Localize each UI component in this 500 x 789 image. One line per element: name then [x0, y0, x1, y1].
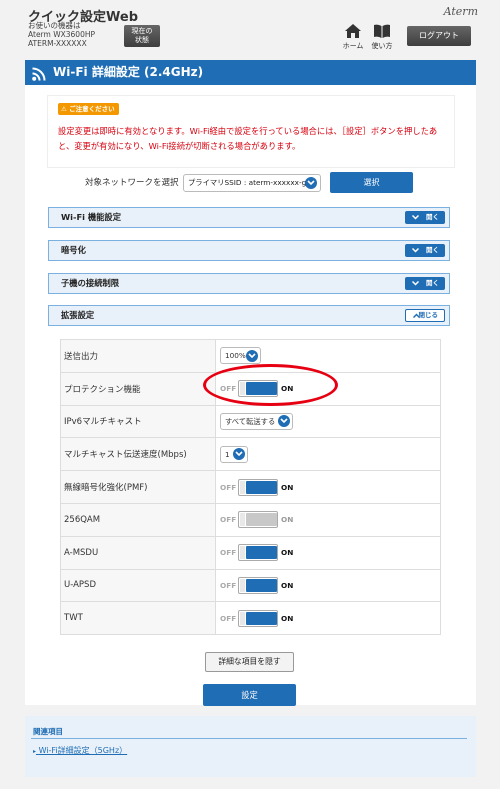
warning-icon: ⚠ [61, 105, 67, 113]
device-model: Aterm WX3600HP [28, 30, 95, 39]
apply-button[interactable]: 設定 [203, 684, 296, 706]
section-encryption[interactable]: 暗号化 開く [48, 240, 450, 261]
setting-label: TWT [60, 601, 216, 636]
chevron-down-icon [305, 177, 317, 189]
table-row: U-APSD OFF ON [60, 568, 441, 603]
setting-label: U-APSD [60, 568, 216, 603]
logout-button[interactable]: ログアウト [407, 26, 471, 46]
divider [31, 738, 467, 739]
setting-label: IPv6マルチキャスト [60, 404, 216, 439]
table-row: マルチキャスト伝送速度(Mbps) 1 [60, 437, 441, 472]
table-row: TWT OFF ON [60, 601, 441, 636]
setting-label: 無線暗号化強化(PMF) [60, 470, 216, 504]
twt-toggle[interactable]: OFF ON [220, 609, 293, 627]
triangle-right-icon: ▸ [33, 748, 37, 755]
amsdu-toggle[interactable]: OFF ON [220, 544, 293, 562]
pmf-toggle[interactable]: OFF ON [220, 478, 293, 496]
device-info: お使いの機器は Aterm WX3600HP ATERM-XXXXXX [28, 21, 95, 48]
table-row: 256QAM OFF ON [60, 502, 441, 537]
table-row: IPv6マルチキャスト すべて転送する [60, 404, 441, 439]
extended-settings-table: 送信出力 100% プロテクション機能 OFF ON IPv6マルチキャスト す… [60, 339, 441, 636]
chevron-down-icon [233, 448, 245, 461]
page-title-bar: Wi-Fi 詳細設定 (2.4GHz) [25, 60, 476, 85]
chevron-down-icon [278, 415, 290, 428]
network-select-label: 対象ネットワークを選択 [85, 178, 179, 188]
section-client-restriction[interactable]: 子機の接続制限 開く [48, 273, 450, 294]
table-row: 送信出力 100% [60, 339, 441, 373]
device-caption: お使いの機器は [28, 21, 81, 30]
table-row: プロテクション機能 OFF ON [60, 371, 441, 406]
setting-label: マルチキャスト伝送速度(Mbps) [60, 437, 216, 472]
page-title: Wi-Fi 詳細設定 (2.4GHz) [53, 65, 204, 79]
device-ssid: ATERM-XXXXXX [28, 39, 87, 48]
help-button[interactable]: 使い方 [367, 24, 397, 51]
table-row: 無線暗号化強化(PMF) OFF ON [60, 470, 441, 504]
open-button[interactable]: 開く [405, 244, 445, 257]
section-wifi-function[interactable]: Wi-Fi 機能設定 開く [48, 207, 450, 228]
hide-details-button[interactable]: 詳細な項目を隠す [205, 652, 294, 672]
header: クイック設定Web お使いの機器は Aterm WX3600HP ATERM-X… [0, 0, 500, 54]
network-select[interactable]: プライマリSSID : aterm-xxxxxx-g [183, 174, 321, 192]
ipv6-multicast-select[interactable]: すべて転送する [220, 412, 293, 430]
related-items: 関連項目 ▸ Wi-Fi詳細設定（5GHz） [25, 716, 476, 777]
chevron-down-icon [412, 248, 419, 253]
chevron-down-icon [412, 215, 419, 220]
setting-label: 256QAM [60, 502, 216, 537]
setting-label: プロテクション機能 [60, 371, 216, 406]
current-status-button[interactable]: 現在の 状態 [124, 25, 160, 47]
close-button[interactable]: 閉じる [405, 309, 445, 322]
setting-label: 送信出力 [60, 339, 216, 373]
notice-box: ⚠ ご注意ください 設定変更は即時に有効となります。Wi-Fi経由で設定を行って… [47, 95, 455, 168]
setting-label: A-MSDU [60, 535, 216, 570]
home-icon [338, 24, 368, 40]
chevron-down-icon [412, 281, 419, 286]
brand-logo: Aterm [443, 5, 478, 18]
home-button[interactable]: ホーム [338, 24, 368, 51]
open-button[interactable]: 開く [405, 211, 445, 224]
uapsd-toggle[interactable]: OFF ON [220, 576, 293, 594]
qam256-toggle: OFF ON [220, 511, 293, 529]
multicast-rate-select[interactable]: 1 [220, 445, 248, 463]
chevron-down-icon [246, 349, 258, 362]
related-title: 関連項目 [33, 727, 63, 736]
book-icon [367, 24, 397, 40]
related-link-5ghz[interactable]: ▸ Wi-Fi詳細設定（5GHz） [33, 745, 127, 756]
protection-toggle[interactable]: OFF ON [220, 380, 293, 398]
select-network-button[interactable]: 選択 [330, 172, 413, 193]
tx-power-select[interactable]: 100% [220, 347, 261, 365]
chevron-up-icon [413, 313, 420, 318]
notice-badge: ⚠ ご注意ください [58, 103, 119, 115]
notice-text: 設定変更は即時に有効となります。Wi-Fi経由で設定を行っている場合には、［設定… [58, 126, 438, 151]
table-row: A-MSDU OFF ON [60, 535, 441, 570]
open-button[interactable]: 開く [405, 277, 445, 290]
section-extended[interactable]: 拡張設定 閉じる [48, 305, 450, 326]
main-panel: ⚠ ご注意ください 設定変更は即時に有効となります。Wi-Fi経由で設定を行って… [25, 85, 476, 706]
